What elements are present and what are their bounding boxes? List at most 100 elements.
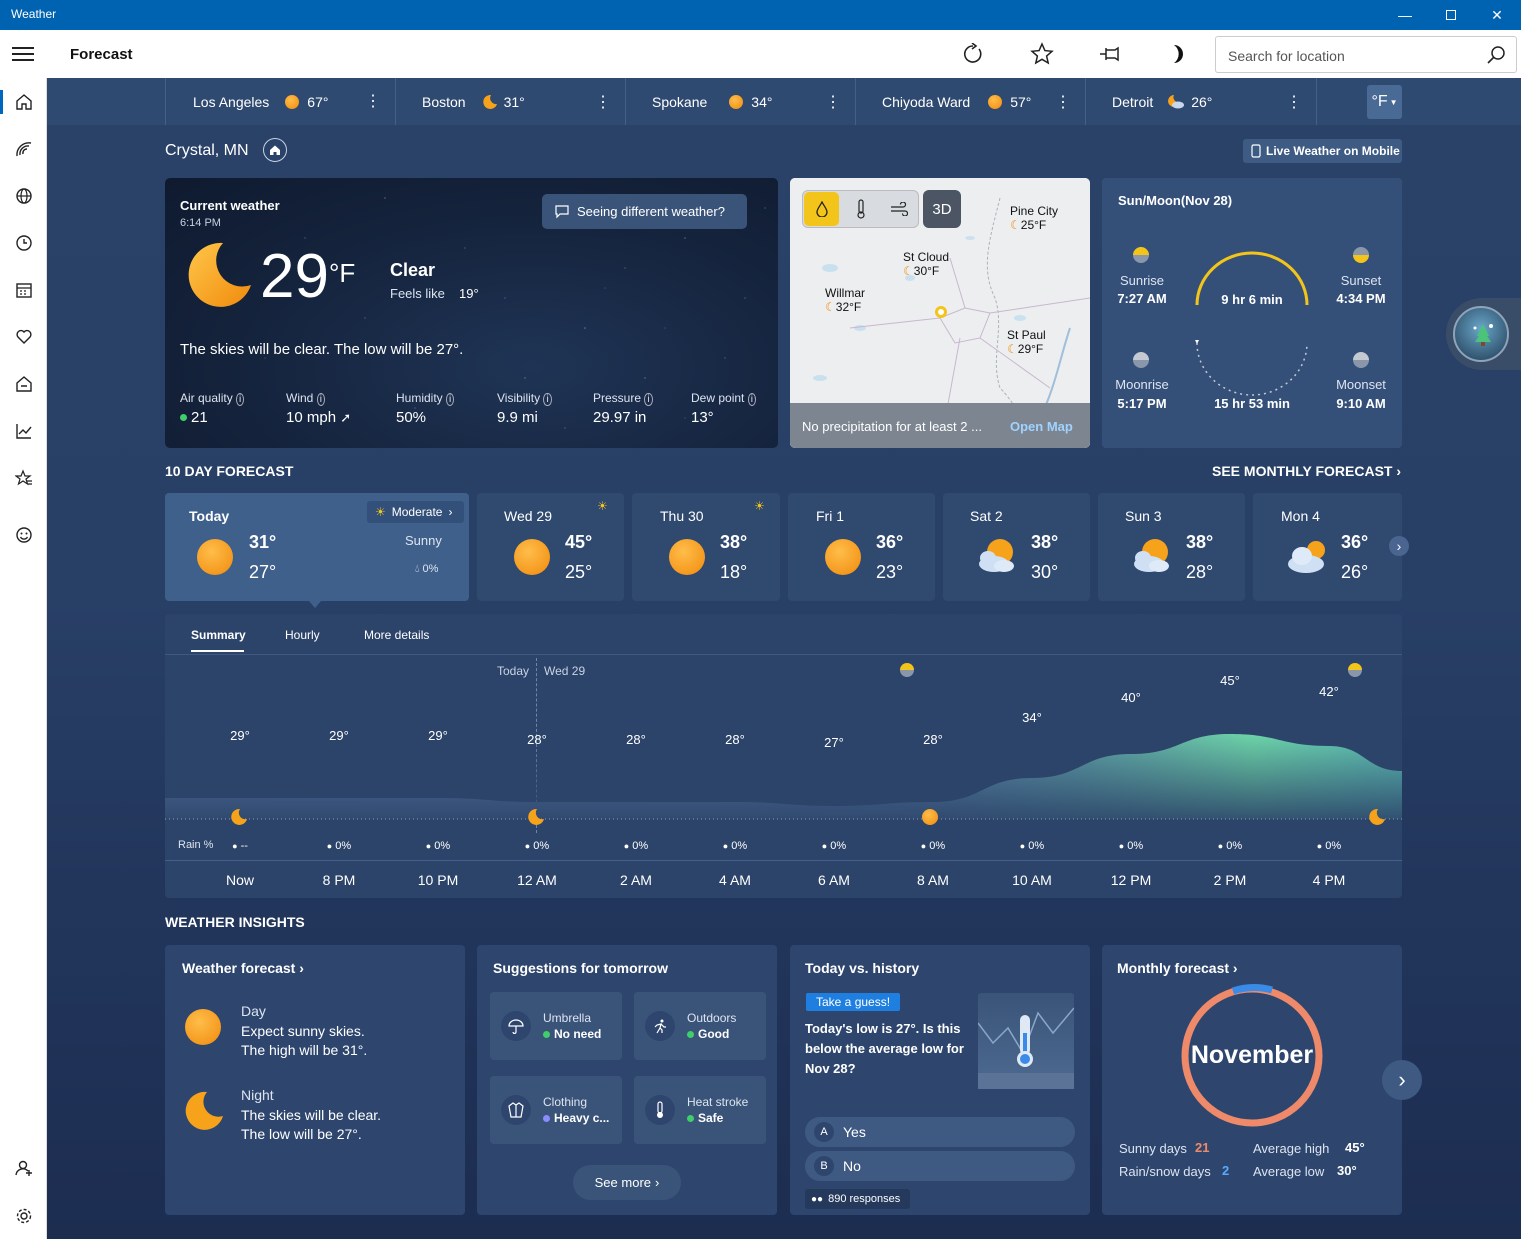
more-options-icon[interactable]: ⋮ — [595, 92, 611, 112]
humidity-label[interactable]: Humidity i — [396, 391, 455, 406]
favorite-star-icon[interactable] — [1030, 42, 1054, 66]
nav-account-icon[interactable] — [0, 1144, 47, 1191]
raindrop-icon: ● — [722, 841, 729, 851]
city-card-boston[interactable]: Boston 31° ⋮ — [396, 78, 626, 125]
search-box[interactable]: Search for location — [1215, 36, 1517, 73]
suggestion-clothing[interactable]: Clothing Heavy c... — [490, 1076, 622, 1144]
city-card-detroit[interactable]: Detroit 26° ⋮ — [1086, 78, 1317, 125]
nav-favorites-icon[interactable] — [0, 454, 47, 501]
precipitation-layer-button[interactable] — [804, 192, 839, 226]
weather-map-card[interactable]: 3D Pine City ☾25°F St Cloud ☾30°F Willmar ☾… — [790, 178, 1090, 448]
dew-point-label[interactable]: Dew point i — [691, 391, 756, 406]
pin-icon[interactable] — [1098, 43, 1122, 65]
day-card-fri[interactable]: Fri 1 36° 23° — [788, 493, 935, 601]
monthly-forecast-card[interactable]: Monthly forecast › November Sunny days 2… — [1102, 945, 1402, 1215]
info-icon[interactable]: i — [747, 393, 756, 406]
see-monthly-forecast-link[interactable]: SEE MONTHLY FORECAST › — [1212, 463, 1401, 479]
stat-value: 21 — [191, 409, 208, 426]
uv-moderate-badge[interactable]: ☀ Moderate › — [367, 501, 464, 523]
more-options-icon[interactable]: ⋮ — [825, 92, 841, 112]
close-button[interactable]: ✕ — [1474, 0, 1520, 30]
favorite-cities-bar: Los Angeles 67° ⋮ Boston 31° ⋮ Spokane 3… — [47, 78, 1521, 125]
sunset-marker-icon — [1348, 663, 1362, 677]
info-icon[interactable]: i — [236, 393, 245, 406]
suggestion-outdoors[interactable]: Outdoors Good — [634, 992, 766, 1060]
air-quality-label[interactable]: Air quality i — [180, 391, 245, 406]
day-card-sun[interactable]: Sun 3 38° 28° — [1098, 493, 1245, 601]
map-place-st-paul[interactable]: St Paul ☾29°F — [1007, 328, 1046, 356]
nav-globe-icon[interactable] — [0, 172, 47, 219]
stat-label: Humidity — [396, 391, 443, 405]
weather-forecast-insight-card[interactable]: Weather forecast › Day Expect sunny skie… — [165, 945, 465, 1215]
hour-rain: ● 0% — [1299, 840, 1359, 852]
nav-trends-icon[interactable] — [0, 407, 47, 454]
day-card-today[interactable]: Today 31° 27° ☀ Moderate › Sunny 💧︎ 0% — [165, 493, 469, 601]
nav-clock-icon[interactable] — [0, 219, 47, 266]
search-input[interactable]: Search for location — [1228, 48, 1345, 64]
3d-map-button[interactable]: 3D — [923, 190, 961, 228]
home-location-icon[interactable] — [263, 138, 287, 162]
dark-mode-moon-icon[interactable] — [1168, 43, 1188, 65]
info-icon[interactable]: i — [446, 393, 455, 406]
day-name: Today — [189, 508, 230, 524]
map-place-pine-city[interactable]: Pine City ☾25°F — [1010, 204, 1058, 232]
pressure-label[interactable]: Pressure i — [593, 391, 653, 406]
wind-layer-button[interactable] — [883, 192, 915, 226]
weather-forecast-title-label: Weather forecast — [182, 960, 296, 976]
chevron-right-icon: › — [448, 505, 453, 519]
day-card-wed[interactable]: Wed 29 ☀ 45° 25° — [477, 493, 624, 601]
next-days-button[interactable]: › — [1389, 536, 1409, 556]
raindrop-icon: ● — [821, 841, 828, 851]
hour-rain-value: 0% — [830, 840, 847, 852]
map-place-st-cloud[interactable]: St Cloud ☾30°F — [903, 250, 949, 278]
monthly-forecast-title[interactable]: Monthly forecast › — [1117, 960, 1238, 976]
weather-forecast-title[interactable]: Weather forecast › — [182, 960, 304, 976]
nav-health-icon[interactable] — [0, 313, 47, 360]
day-card-sat[interactable]: Sat 2 38° 30° — [943, 493, 1090, 601]
info-icon[interactable]: i — [644, 393, 653, 406]
moonset-icon — [1353, 352, 1369, 368]
more-options-icon[interactable]: ⋮ — [1286, 92, 1302, 112]
insights-next-button[interactable]: › — [1382, 1060, 1422, 1100]
suggestion-heat-stroke[interactable]: Heat stroke Safe — [634, 1076, 766, 1144]
city-card-chiyoda-ward[interactable]: Chiyoda Ward 57° ⋮ — [856, 78, 1086, 125]
suggestion-name: Outdoors — [687, 1011, 737, 1025]
current-temp-unit: °F — [329, 258, 356, 288]
info-icon[interactable]: i — [543, 393, 552, 406]
hour-rain: ● 0% — [507, 840, 567, 852]
search-icon[interactable] — [1486, 45, 1506, 65]
map-place-willmar[interactable]: Willmar ☾32°F — [825, 286, 865, 314]
day-card-thu[interactable]: Thu 30 ☀ 38° 18° — [632, 493, 780, 601]
open-map-link[interactable]: Open Map — [1010, 419, 1073, 434]
maximize-button[interactable] — [1428, 0, 1474, 30]
hamburger-menu-icon[interactable] — [12, 47, 34, 61]
nav-calendar-icon[interactable] — [0, 266, 47, 313]
more-options-icon[interactable]: ⋮ — [365, 93, 381, 109]
see-more-button[interactable]: See more › — [573, 1165, 681, 1200]
seeing-different-weather-button[interactable]: Seeing different weather? — [542, 194, 747, 229]
nav-home-icon[interactable] — [0, 78, 47, 125]
unit-toggle[interactable]: °F ▼ — [1367, 85, 1402, 119]
minimize-button[interactable]: — — [1382, 0, 1428, 30]
city-card-spokane[interactable]: Spokane 34° ⋮ — [626, 78, 856, 125]
more-options-icon[interactable]: ⋮ — [1055, 92, 1071, 112]
floating-widget-panel[interactable] — [1446, 298, 1521, 370]
refresh-icon[interactable] — [962, 43, 984, 65]
city-card-los-angeles[interactable]: Los Angeles 67° ⋮ — [165, 78, 396, 125]
nav-settings-gear-icon[interactable] — [0, 1192, 47, 1239]
wind-label[interactable]: Wind i — [286, 391, 325, 406]
history-question: Today's low is 27°. Is this below the av… — [805, 1021, 964, 1076]
live-weather-mobile-button[interactable]: Live Weather on Mobile — [1243, 139, 1402, 163]
option-yes-button[interactable]: A Yes — [805, 1117, 1075, 1147]
temperature-layer-button[interactable] — [845, 192, 877, 226]
snow-globe-icon — [1453, 306, 1509, 362]
nav-radar-icon[interactable] — [0, 125, 47, 172]
info-icon[interactable]: i — [316, 393, 325, 406]
suggestion-umbrella[interactable]: Umbrella No need — [490, 992, 622, 1060]
visibility-label[interactable]: Visibility i — [497, 391, 552, 406]
day-card-mon[interactable]: Mon 4 36° 26° › — [1253, 493, 1409, 601]
nav-life-icon[interactable] — [0, 360, 47, 407]
option-no-button[interactable]: B No — [805, 1151, 1075, 1181]
nav-feedback-smiley-icon[interactable] — [0, 511, 47, 558]
rain-snow-days-label: Rain/snow days — [1119, 1164, 1211, 1179]
